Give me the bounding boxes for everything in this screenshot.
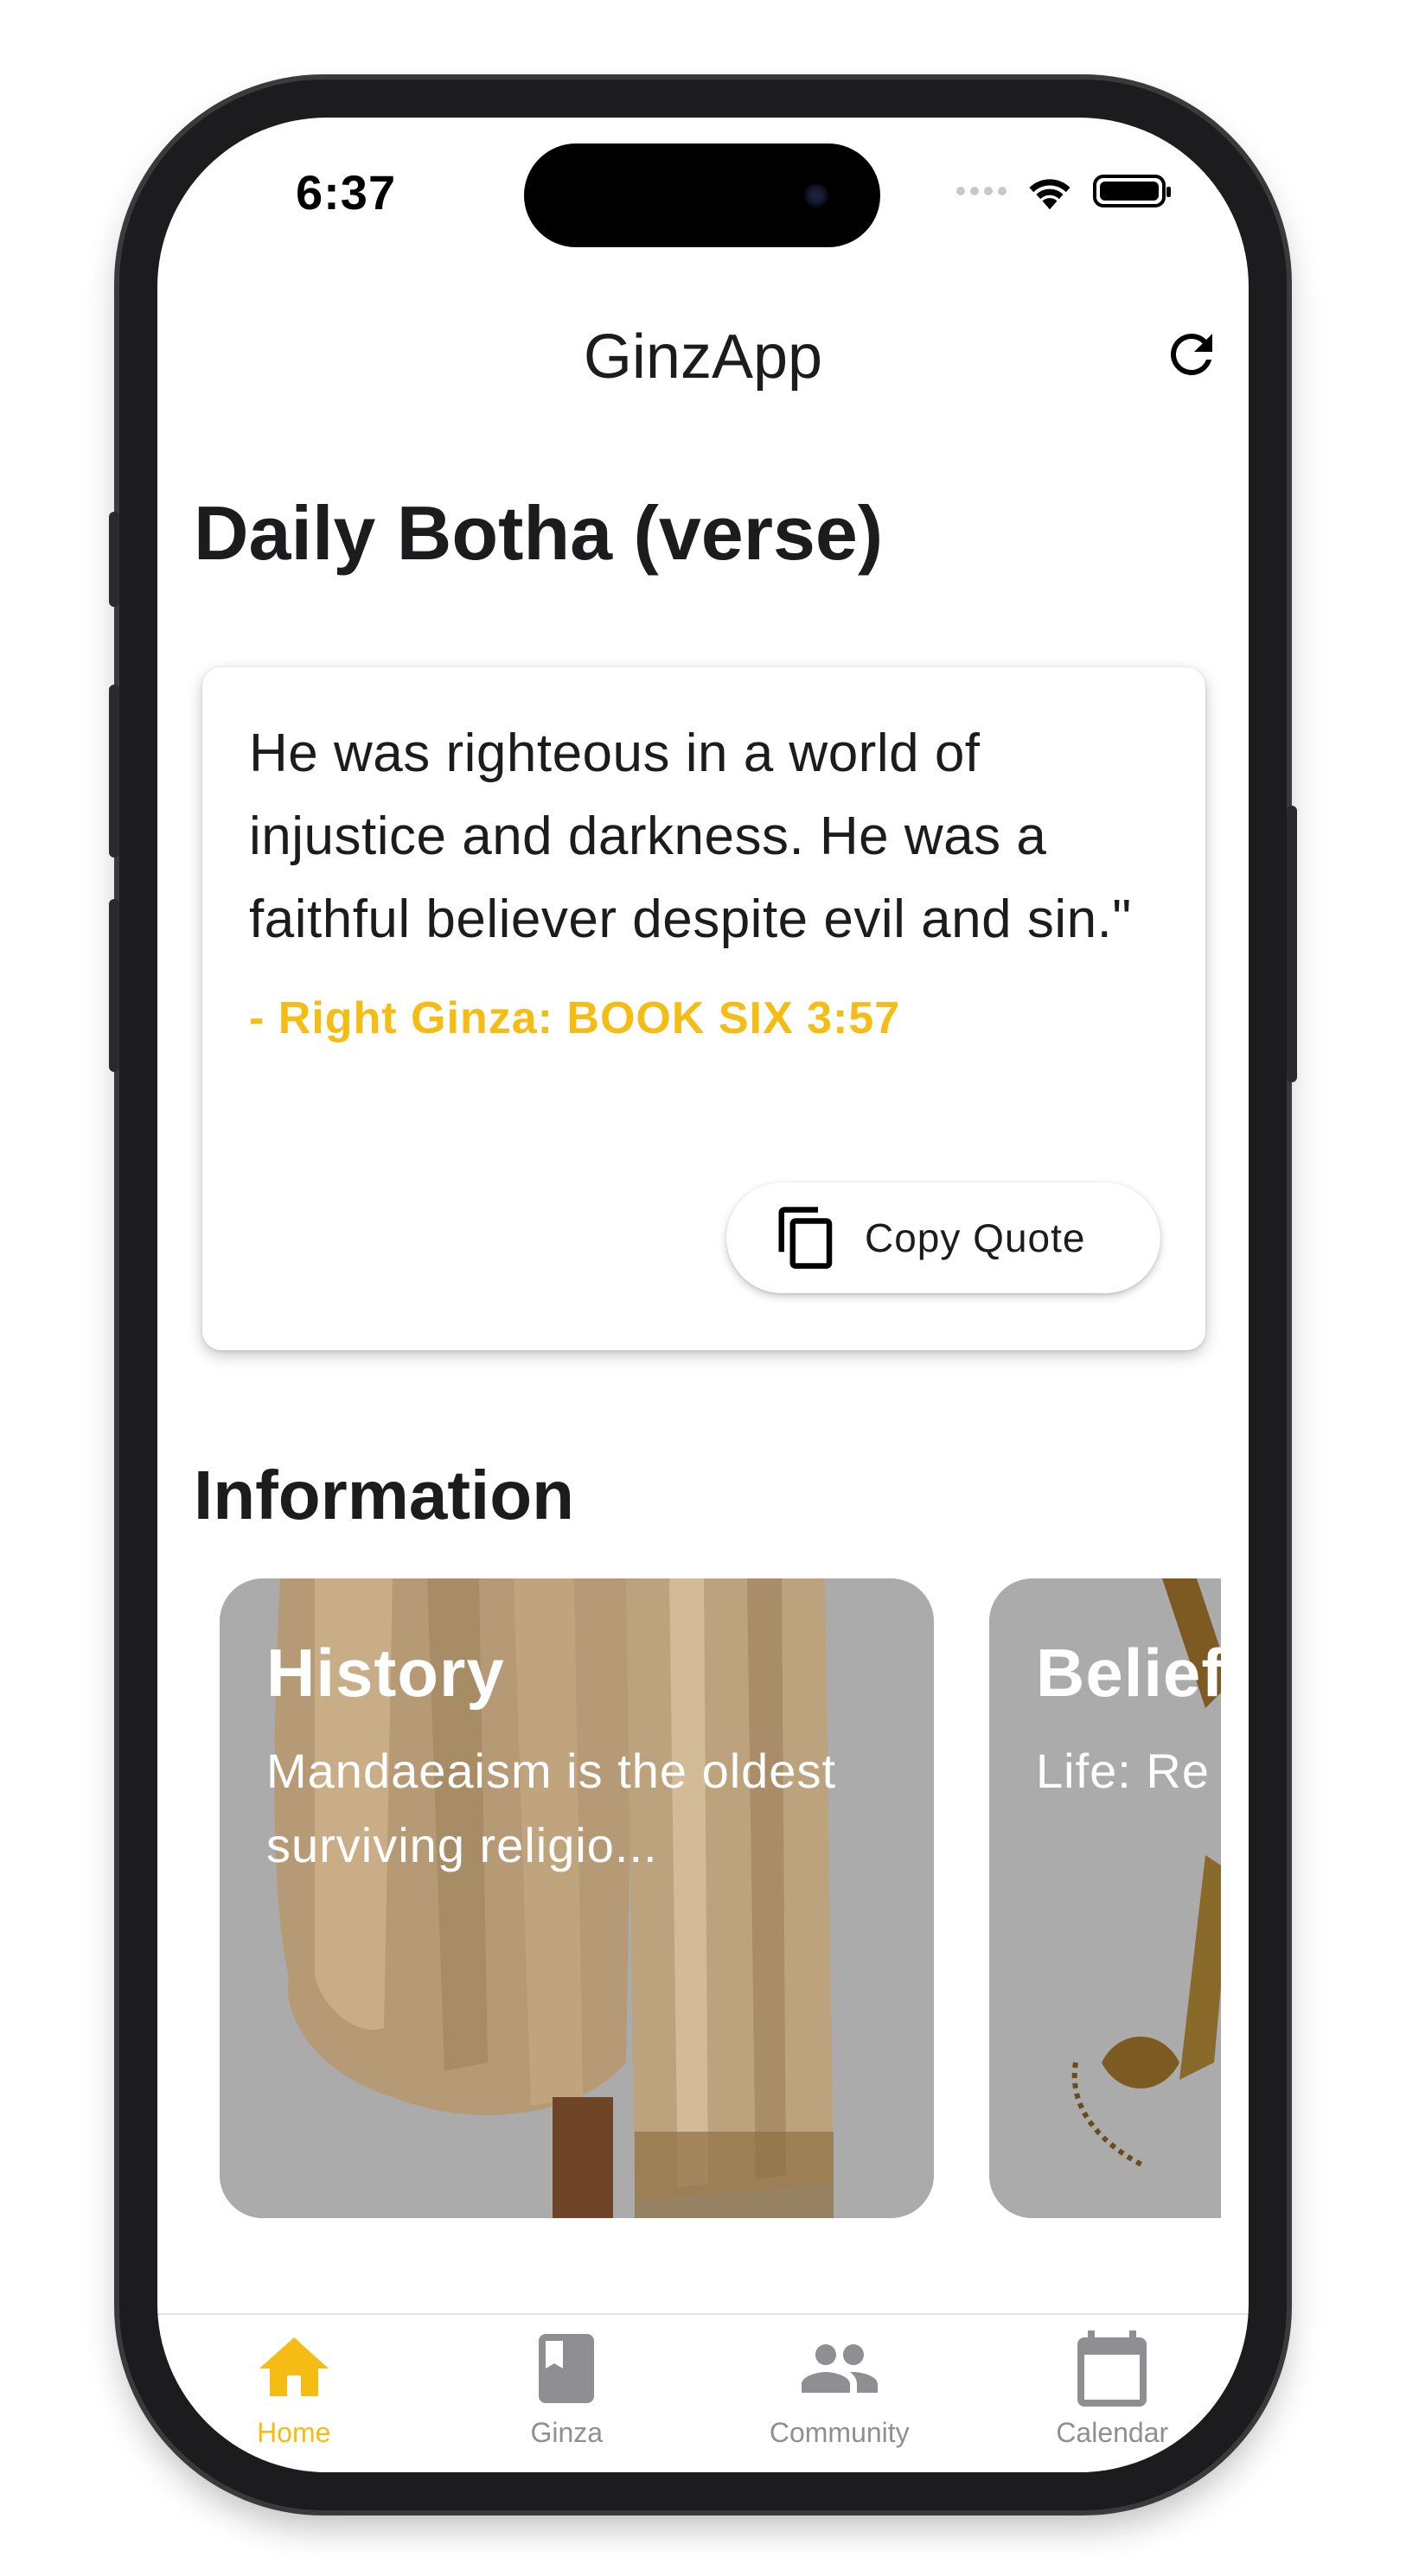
wifi-icon: [1029, 179, 1070, 210]
info-card-beliefs[interactable]: Beliefs Life: Re existence: [989, 1578, 1221, 2218]
info-card-description: Mandaeaism is the oldest surviving relig…: [266, 1744, 837, 1872]
volume-down-button: [109, 899, 119, 1072]
camera-icon: [804, 183, 828, 207]
nav-label: Home: [257, 2417, 331, 2448]
app-title: GinzApp: [583, 322, 823, 392]
copy-icon: [778, 1207, 833, 1269]
refresh-button[interactable]: [1160, 323, 1223, 386]
copy-quote-button[interactable]: Copy Quote: [726, 1183, 1160, 1293]
nav-item-home[interactable]: Home: [157, 2315, 431, 2472]
information-section-title: Information: [194, 1457, 574, 1533]
copy-quote-label: Copy Quote: [865, 1215, 1086, 1260]
verse-text: He was righteous in a world of injustice…: [249, 724, 1132, 949]
verse-card: He was righteous in a world of injustice…: [202, 667, 1205, 1350]
nav-item-calendar[interactable]: Calendar: [976, 2315, 1249, 2472]
nav-label: Community: [769, 2417, 910, 2448]
bottom-navigation: Home Ginza Community Calendar: [157, 2313, 1249, 2472]
action-button: [109, 512, 119, 607]
verse-section-title: Daily Botha (verse): [194, 490, 884, 576]
calendar-icon: [1077, 2331, 1147, 2407]
refresh-icon: [1170, 333, 1212, 375]
info-card-description: Life: Re existence: [1036, 1744, 1221, 1798]
home-icon: [259, 2337, 329, 2396]
nav-item-ginza[interactable]: Ginza: [431, 2315, 704, 2472]
nav-label: Calendar: [1056, 2417, 1169, 2448]
info-card-history[interactable]: History Mandaeaism is the oldest survivi…: [220, 1578, 934, 2218]
status-time: 6:37: [296, 165, 397, 220]
app-screen: 6:37 GinzApp Daily Botha (verse) He was …: [157, 118, 1249, 2472]
status-icons: [956, 171, 1171, 211]
book-icon: [539, 2334, 595, 2403]
volume-up-button: [109, 685, 119, 858]
nav-item-community[interactable]: Community: [703, 2315, 976, 2472]
info-card-title: Beliefs: [1036, 1635, 1221, 1711]
dynamic-island: [524, 143, 880, 247]
phone-frame: 6:37 GinzApp Daily Botha (verse) He was …: [109, 80, 1297, 2510]
verse-reference: - Right Ginza: BOOK SIX 3:57: [249, 993, 901, 1043]
people-icon: [801, 2344, 878, 2393]
info-card-title: History: [266, 1635, 505, 1711]
nav-label: Ginza: [530, 2417, 604, 2448]
battery-icon: [1093, 175, 1171, 207]
information-carousel[interactable]: History Mandaeaism is the oldest survivi…: [157, 1578, 1249, 2218]
cellular-signal-icon: [956, 187, 1007, 195]
power-button: [1287, 806, 1297, 1082]
